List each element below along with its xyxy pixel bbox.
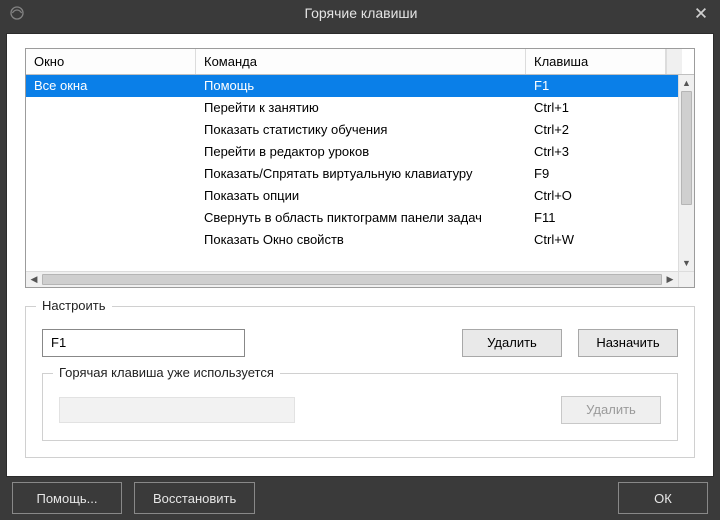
hscroll-track[interactable] (42, 272, 662, 287)
col-window[interactable]: Окно (26, 49, 196, 74)
col-key[interactable]: Клавиша (526, 49, 666, 74)
conflict-display (59, 397, 295, 423)
title-bar: Горячие клавиши (0, 0, 720, 27)
cell-command: Показать Окно свойств (196, 232, 526, 247)
cell-command: Перейти к занятию (196, 100, 526, 115)
scroll-right-arrow-icon[interactable]: ▶ (662, 272, 678, 287)
footer-bar: Помощь... Восстановить ОК (0, 477, 720, 520)
close-icon[interactable] (690, 2, 712, 24)
table-row[interactable]: Перейти в редактор уроковCtrl+3 (26, 141, 678, 163)
table-header: Окно Команда Клавиша (26, 49, 694, 75)
scroll-track[interactable] (679, 91, 694, 255)
ok-button[interactable]: ОК (618, 482, 708, 514)
hotkey-input[interactable] (42, 329, 245, 357)
conflict-legend: Горячая клавиша уже используется (53, 365, 280, 380)
app-icon (8, 4, 26, 22)
horizontal-scrollbar[interactable]: ◀ ▶ (26, 271, 694, 287)
cell-key: Ctrl+1 (526, 100, 666, 115)
cell-key: Ctrl+O (526, 188, 666, 203)
shortcut-table: Окно Команда Клавиша Все окнаПомощьF1Пер… (25, 48, 695, 288)
table-row[interactable]: Показать Окно свойствCtrl+W (26, 229, 678, 251)
restore-button[interactable]: Восстановить (134, 482, 255, 514)
scroll-left-arrow-icon[interactable]: ◀ (26, 272, 42, 287)
scroll-down-arrow-icon[interactable]: ▼ (679, 255, 694, 271)
table-row[interactable]: Свернуть в область пиктограмм панели зад… (26, 207, 678, 229)
scroll-up-arrow-icon[interactable]: ▲ (679, 75, 694, 91)
help-button[interactable]: Помощь... (12, 482, 122, 514)
cell-command: Помощь (196, 78, 526, 93)
hscroll-thumb[interactable] (42, 274, 662, 285)
cell-command: Перейти в редактор уроков (196, 144, 526, 159)
cell-command: Свернуть в область пиктограмм панели зад… (196, 210, 526, 225)
dialog-body: Окно Команда Клавиша Все окнаПомощьF1Пер… (6, 33, 714, 477)
delete-button[interactable]: Удалить (462, 329, 562, 357)
cell-window: Все окна (26, 78, 196, 93)
cell-key: F9 (526, 166, 666, 181)
table-row[interactable]: Показать/Спрятать виртуальную клавиатуру… (26, 163, 678, 185)
col-command[interactable]: Команда (196, 49, 526, 74)
table-row[interactable]: Все окнаПомощьF1 (26, 75, 678, 97)
cell-command: Показать статистику обучения (196, 122, 526, 137)
cell-command: Показать опции (196, 188, 526, 203)
configure-legend: Настроить (36, 298, 112, 313)
table-row[interactable]: Перейти к занятиюCtrl+1 (26, 97, 678, 119)
window-title: Горячие клавиши (32, 5, 690, 21)
cell-key: Ctrl+W (526, 232, 666, 247)
cell-key: F11 (526, 210, 666, 225)
table-row[interactable]: Показать опцииCtrl+O (26, 185, 678, 207)
conflict-fieldset: Горячая клавиша уже используется Удалить (42, 373, 678, 441)
header-scroll-spacer (666, 49, 682, 74)
cell-key: Ctrl+2 (526, 122, 666, 137)
vertical-scrollbar[interactable]: ▲ ▼ (678, 75, 694, 271)
table-row[interactable]: Показать статистику обученияCtrl+2 (26, 119, 678, 141)
configure-fieldset: Настроить Удалить Назначить Горячая клав… (25, 306, 695, 458)
cell-key: Ctrl+3 (526, 144, 666, 159)
cell-key: F1 (526, 78, 666, 93)
table-body[interactable]: Все окнаПомощьF1Перейти к занятиюCtrl+1П… (26, 75, 678, 271)
conflict-delete-button: Удалить (561, 396, 661, 424)
scroll-corner (678, 272, 694, 287)
assign-button[interactable]: Назначить (578, 329, 678, 357)
cell-command: Показать/Спрятать виртуальную клавиатуру (196, 166, 526, 181)
scroll-thumb[interactable] (681, 91, 692, 206)
